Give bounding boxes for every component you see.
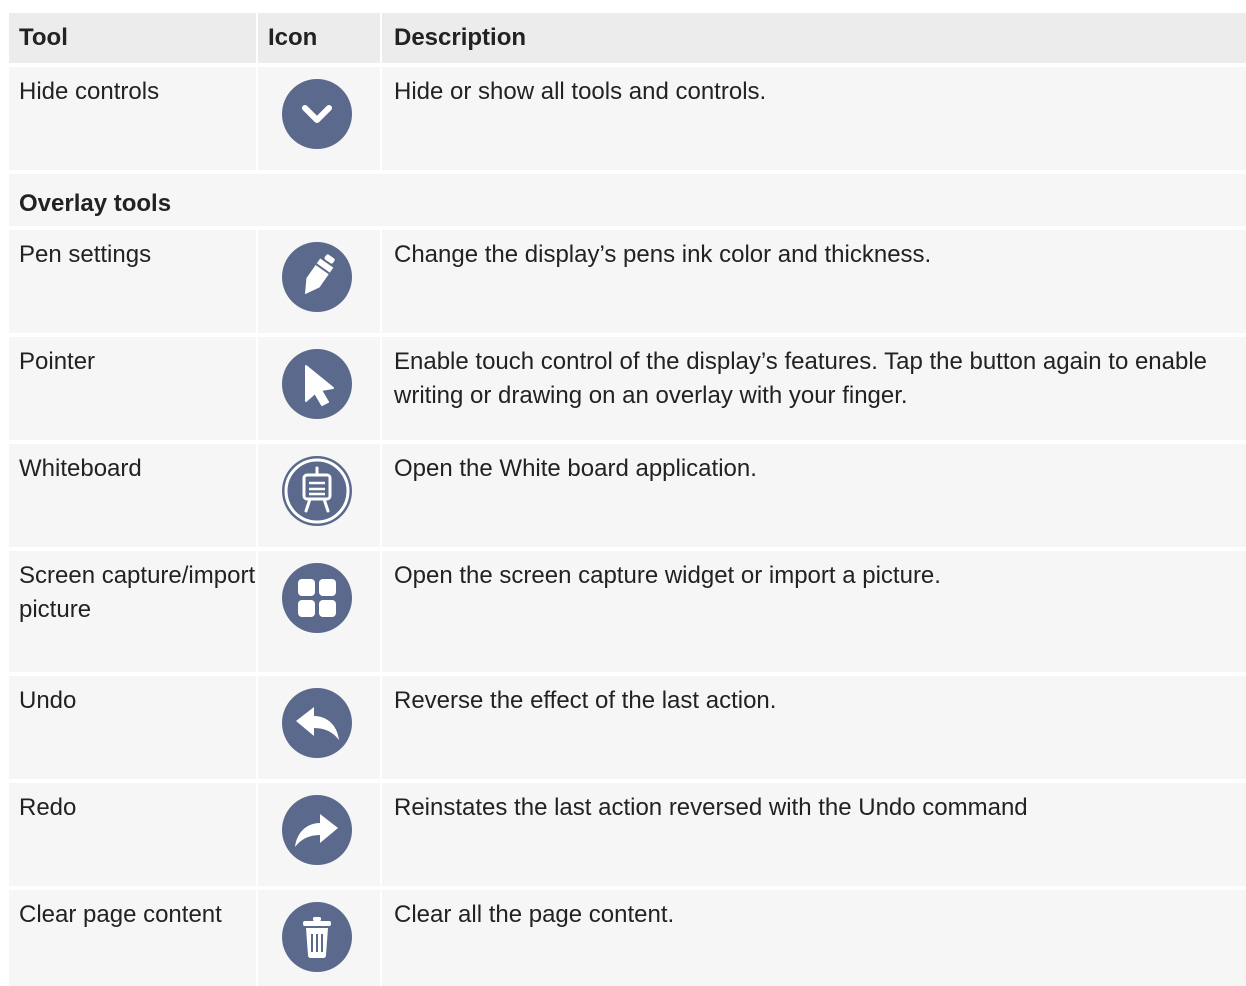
whiteboard-icon <box>282 456 352 526</box>
column-header-icon: Icon <box>258 13 380 63</box>
description-redo: Reinstates the last action reversed with… <box>382 783 1246 886</box>
tool-name-redo: Redo <box>9 783 256 886</box>
tool-name-clear-page: Clear page content <box>9 890 256 986</box>
description-whiteboard: Open the White board application. <box>382 444 1246 547</box>
description-pointer: Enable touch control of the display’s fe… <box>382 337 1246 440</box>
tool-name-undo: Undo <box>9 676 256 779</box>
tool-name-pointer: Pointer <box>9 337 256 440</box>
screen-capture-icon <box>282 563 352 633</box>
description-pen-settings: Change the display’s pens ink color and … <box>382 230 1246 333</box>
tool-name-hide-controls: Hide controls <box>9 67 256 170</box>
chevron-down-icon <box>282 79 352 149</box>
icon-cell-pen-settings <box>258 230 380 333</box>
icon-cell-redo <box>258 783 380 886</box>
column-header-tool: Tool <box>9 13 256 63</box>
icon-cell-clear-page <box>258 890 380 986</box>
column-header-description: Description <box>382 13 1246 63</box>
icon-cell-undo <box>258 676 380 779</box>
tool-name-whiteboard: Whiteboard <box>9 444 256 547</box>
description-hide-controls: Hide or show all tools and controls. <box>382 67 1246 170</box>
icon-cell-whiteboard <box>258 444 380 547</box>
pen-icon <box>282 242 352 312</box>
trash-icon <box>282 902 352 972</box>
tools-table: Tool Icon Description Hide controls Hide… <box>9 13 1246 986</box>
undo-icon <box>282 688 352 758</box>
description-clear-page: Clear all the page content. <box>382 890 1246 986</box>
icon-cell-screen-capture <box>258 551 380 672</box>
icon-cell-hide-controls <box>258 67 380 170</box>
description-undo: Reverse the effect of the last action. <box>382 676 1246 779</box>
redo-icon <box>282 795 352 865</box>
icon-cell-pointer <box>258 337 380 440</box>
section-title-overlay-tools: Overlay tools <box>9 174 1246 226</box>
description-screen-capture: Open the screen capture widget or import… <box>382 551 1246 672</box>
tool-name-pen-settings: Pen settings <box>9 230 256 333</box>
pointer-icon <box>282 349 352 419</box>
tool-name-screen-capture: Screen capture/import picture <box>9 551 256 672</box>
